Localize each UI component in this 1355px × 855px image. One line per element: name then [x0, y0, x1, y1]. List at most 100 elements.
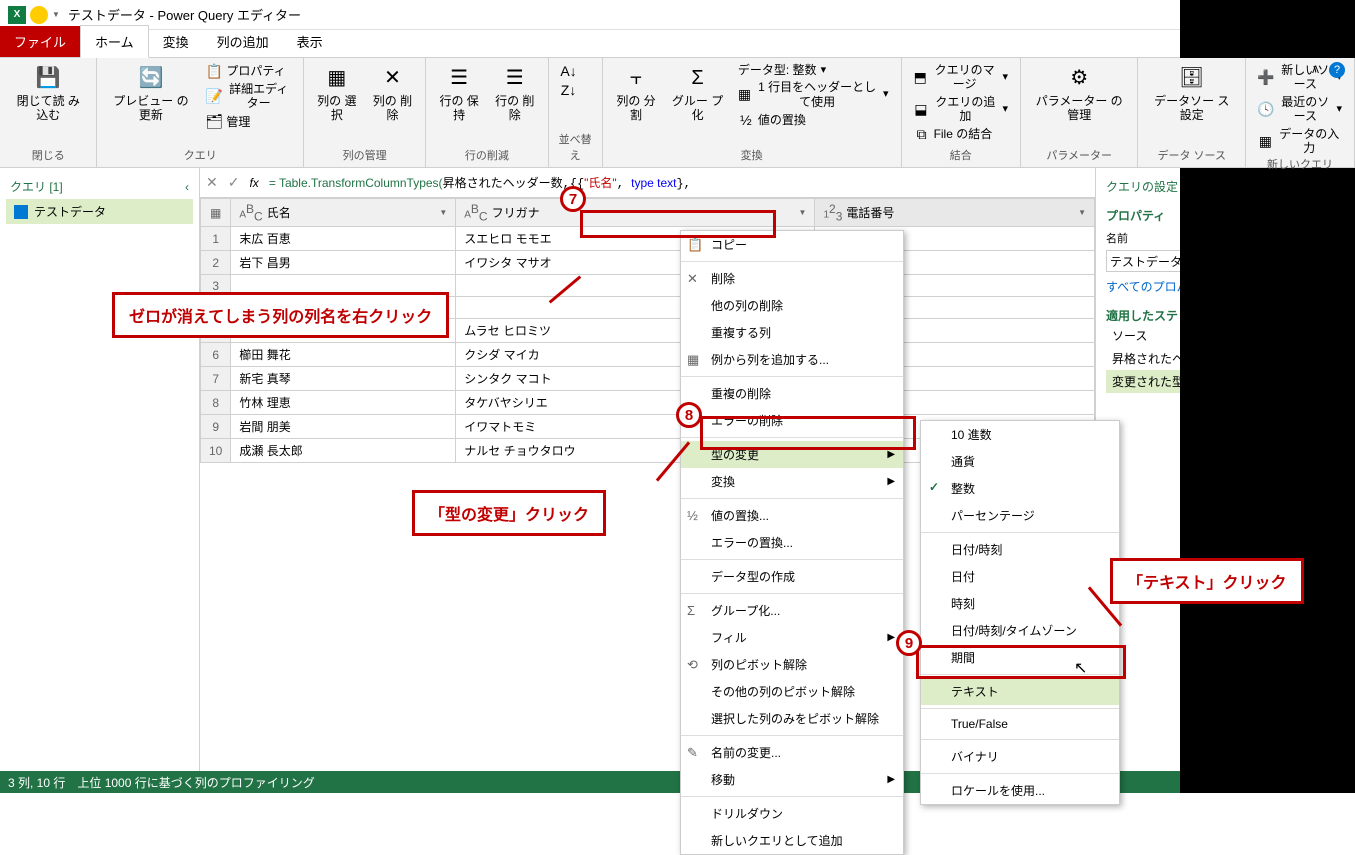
row-number: 2: [201, 251, 231, 275]
remove-columns-button[interactable]: ✕列の 削除: [368, 62, 418, 125]
manage-button[interactable]: 🗂管理: [202, 113, 295, 131]
table-row[interactable]: 1末広 百恵スエヒロ モモエ: [201, 227, 1095, 251]
column-header-phone[interactable]: 123電話番号▼: [815, 199, 1095, 227]
ctx-remove-errors[interactable]: エラーの削除: [681, 407, 903, 434]
type-text-icon: ABC: [239, 202, 262, 223]
sort-desc-button[interactable]: Z↓: [557, 81, 581, 99]
ctx-change-type[interactable]: 型の変更▶: [681, 441, 903, 468]
table-row[interactable]: 2岩下 昌男イワシタ マサオ: [201, 251, 1095, 275]
type-text[interactable]: テキスト: [921, 678, 1119, 705]
ctx-transform[interactable]: 変換▶: [681, 468, 903, 495]
split-column-button[interactable]: ⫟列の 分割: [611, 62, 662, 125]
cell-name[interactable]: 竹林 理恵: [231, 391, 456, 415]
ctx-replace-errors[interactable]: エラーの置換...: [681, 529, 903, 556]
replace-values-button[interactable]: ½値の置換: [734, 111, 893, 129]
enter-data-button[interactable]: ▦データの入力: [1254, 126, 1346, 157]
cell-name[interactable]: 新宅 真琴: [231, 367, 456, 391]
fx-icon[interactable]: fx: [249, 176, 258, 190]
ctx-add-as-query[interactable]: 新しいクエリとして追加: [681, 827, 903, 854]
cell-name[interactable]: 櫛田 舞花: [231, 343, 456, 367]
cell-name[interactable]: 末広 百恵: [231, 227, 456, 251]
ctx-unpivot[interactable]: ⟲列のピボット解除: [681, 651, 903, 678]
tab-view[interactable]: 表示: [283, 26, 337, 57]
formula-text[interactable]: = Table.TransformColumnTypes(昇格されたヘッダー数,…: [269, 174, 691, 191]
ctx-move[interactable]: 移動▶: [681, 766, 903, 793]
filter-icon[interactable]: ▼: [799, 208, 807, 217]
type-locale[interactable]: ロケールを使用...: [921, 777, 1119, 804]
type-integer[interactable]: 整数: [921, 475, 1119, 502]
column-header-name[interactable]: ABC氏名▼: [231, 199, 456, 227]
refresh-preview-button[interactable]: 🔄プレビュー の更新: [105, 62, 196, 125]
ctx-rename[interactable]: ✎名前の変更...: [681, 739, 903, 766]
type-decimal[interactable]: 10 進数: [921, 421, 1119, 448]
cell-name[interactable]: 岩下 昌男: [231, 251, 456, 275]
combine-files-button[interactable]: ⧉File の結合: [910, 126, 1012, 144]
delete-icon: ✕: [687, 271, 698, 287]
qat-dropdown-icon[interactable]: ▼: [52, 10, 60, 19]
firstrow-header-button[interactable]: ▦1 行目をヘッダーとして使用 ▾: [734, 79, 893, 110]
advanced-editor-button[interactable]: 📝詳細エディター: [202, 81, 295, 112]
parameters-button[interactable]: ⚙パラメーター の管理: [1029, 62, 1129, 125]
ctx-replace-values[interactable]: ½値の置換...: [681, 502, 903, 529]
properties-button[interactable]: 📋プロパティ: [202, 62, 295, 80]
ctx-fill[interactable]: フィル▶: [681, 624, 903, 651]
cell-name[interactable]: 成瀬 長太郎: [231, 439, 456, 463]
recent-sources-button[interactable]: 🕓最近のソース ▾: [1254, 94, 1346, 125]
collapse-queries-icon[interactable]: ‹: [185, 180, 189, 194]
datasource-settings-button[interactable]: 🗄データソー ス設定: [1146, 62, 1237, 125]
rename-icon: ✎: [687, 745, 698, 761]
row-number: 9: [201, 415, 231, 439]
type-truefalse[interactable]: True/False: [921, 712, 1119, 736]
column-header-furigana[interactable]: ABCフリガナ▼: [456, 199, 815, 227]
corner-cell[interactable]: ▦: [201, 199, 231, 227]
merge-queries-button[interactable]: ⬒クエリのマージ ▾: [910, 62, 1012, 93]
query-item[interactable]: テストデータ: [6, 199, 193, 224]
ctx-remove-duplicates[interactable]: 重複の削除: [681, 380, 903, 407]
collapse-ribbon-icon[interactable]: ᐱ: [1312, 65, 1319, 76]
keep-rows-button[interactable]: ☰行の 保持: [434, 62, 484, 125]
type-dtz[interactable]: 日付/時刻/タイムゾーン: [921, 617, 1119, 644]
choose-columns-button[interactable]: ▦列の 選択: [312, 62, 362, 125]
ctx-drilldown[interactable]: ドリルダウン: [681, 800, 903, 827]
tab-home[interactable]: ホーム: [80, 25, 149, 58]
table-row[interactable]: 7新宅 真琴シンタク マコト: [201, 367, 1095, 391]
type-datetime[interactable]: 日付/時刻: [921, 536, 1119, 563]
datatype-button[interactable]: データ型: 整数 ▾: [734, 62, 893, 78]
sort-asc-button[interactable]: A↓: [557, 62, 581, 80]
smiley-icon: [30, 6, 48, 24]
filter-icon[interactable]: ▼: [1078, 208, 1086, 217]
type-time[interactable]: 時刻: [921, 590, 1119, 617]
callout-1: ゼロが消えてしまう列の列名を右クリック: [112, 292, 449, 338]
confirm-formula-icon[interactable]: ✓: [228, 174, 240, 191]
filter-icon[interactable]: ▼: [439, 208, 447, 217]
ctx-duplicate[interactable]: 重複する列: [681, 319, 903, 346]
type-binary[interactable]: バイナリ: [921, 743, 1119, 770]
ctx-copy[interactable]: 📋コピー: [681, 231, 903, 258]
ctx-unpivot-selected[interactable]: 選択した列のみをピボット解除: [681, 705, 903, 732]
close-load-button[interactable]: 💾閉じて読 み込む: [8, 62, 88, 125]
tab-addcolumn[interactable]: 列の追加: [203, 26, 283, 57]
help-icon[interactable]: ?: [1329, 62, 1345, 78]
ctx-add-from-example[interactable]: ▦例から列を追加する...: [681, 346, 903, 373]
ctx-create-datatype[interactable]: データ型の作成: [681, 563, 903, 590]
type-percent[interactable]: パーセンテージ: [921, 502, 1119, 529]
append-queries-button[interactable]: ⬓クエリの追加 ▾: [910, 94, 1012, 125]
ctx-delete[interactable]: ✕削除: [681, 265, 903, 292]
tab-transform[interactable]: 変換: [149, 26, 203, 57]
table-row[interactable]: 8竹林 理恵タケバヤシリエ: [201, 391, 1095, 415]
ctx-unpivot-other[interactable]: その他の列のピボット解除: [681, 678, 903, 705]
example-icon: ▦: [687, 352, 699, 368]
table-row[interactable]: 6櫛田 舞花クシダ マイカ: [201, 343, 1095, 367]
remove-rows-button[interactable]: ☰行の 削除: [490, 62, 540, 125]
type-duration[interactable]: 期間: [921, 644, 1119, 671]
context-menu: 📋コピー ✕削除 他の列の削除 重複する列 ▦例から列を追加する... 重複の削…: [680, 230, 904, 855]
tab-file[interactable]: ファイル: [0, 26, 80, 57]
groupby-button[interactable]: Σグルー プ化: [667, 62, 728, 125]
cancel-formula-icon[interactable]: ✕: [206, 174, 218, 191]
type-currency[interactable]: 通貨: [921, 448, 1119, 475]
ctx-delete-other[interactable]: 他の列の削除: [681, 292, 903, 319]
cell-name[interactable]: 岩間 朋美: [231, 415, 456, 439]
group-query: クエリ: [105, 147, 295, 165]
group-transform: 変換: [611, 147, 893, 165]
ctx-groupby[interactable]: Σグループ化...: [681, 597, 903, 624]
